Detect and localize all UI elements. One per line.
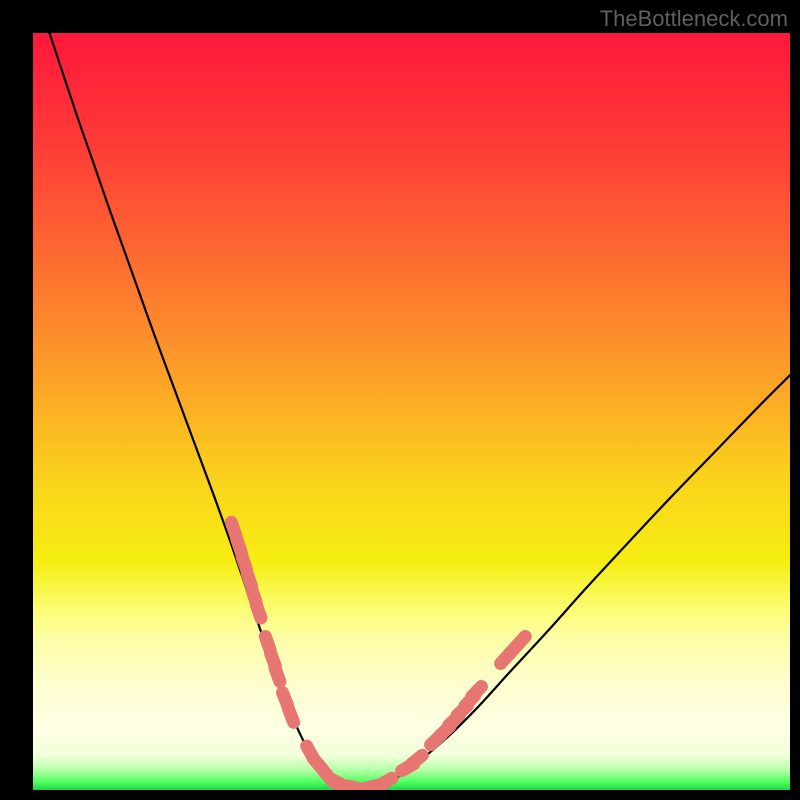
marker-capsule	[256, 605, 261, 618]
chart-frame: TheBottleneck.com	[0, 0, 800, 800]
plot-area	[33, 33, 790, 790]
marker-capsule	[516, 636, 525, 646]
marker-group	[231, 522, 525, 790]
marker-capsule	[275, 668, 280, 681]
watermark-text: TheBottleneck.com	[600, 6, 788, 32]
marker-capsule	[380, 778, 392, 785]
marker-capsule	[289, 709, 294, 722]
curve-layer	[33, 33, 790, 790]
marker-capsule	[411, 755, 422, 764]
marker-capsule	[472, 687, 482, 697]
bottleneck-curve	[33, 33, 790, 789]
